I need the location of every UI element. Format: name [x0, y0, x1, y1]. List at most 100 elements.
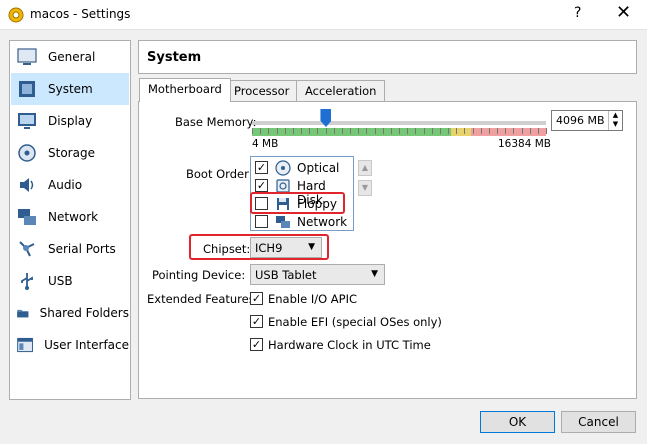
memory-spin-arrows[interactable]: ▲ ▼: [608, 111, 622, 130]
io-apic-checkbox[interactable]: ✓: [250, 292, 263, 305]
ok-button[interactable]: OK: [480, 411, 555, 433]
sidebar-item-serial-ports[interactable]: Serial Ports: [11, 233, 129, 265]
memory-ticks: [252, 128, 547, 136]
sidebar-item-network[interactable]: Network: [11, 201, 129, 233]
sidebar-item-display[interactable]: Display: [11, 105, 129, 137]
sidebar-item-storage[interactable]: Storage: [11, 137, 129, 169]
chipset-highlight: [189, 234, 329, 260]
move-up-button[interactable]: ▲: [358, 160, 372, 176]
memory-tick: [521, 128, 523, 134]
memory-tick: [309, 128, 311, 134]
memory-tick: [292, 128, 294, 134]
efi-checkbox[interactable]: ✓: [250, 315, 263, 328]
sidebar-item-label: Display: [48, 114, 93, 128]
sidebar-item-label: Shared Folders: [39, 306, 129, 320]
help-button[interactable]: ?: [574, 5, 581, 21]
memory-tick: [382, 128, 384, 134]
storage-icon: [18, 144, 36, 162]
sidebar-item-label: Audio: [48, 178, 83, 192]
memory-tick: [488, 128, 490, 134]
memory-tick: [301, 128, 302, 134]
feature-label: Enable EFI (special OSes only): [268, 315, 442, 329]
memory-tick: [390, 128, 392, 134]
utc-clock-checkbox[interactable]: ✓: [250, 338, 263, 351]
page-header: System: [138, 40, 637, 74]
memory-tick: [268, 128, 270, 134]
memory-tick: [480, 128, 482, 134]
tab-motherboard[interactable]: Motherboard: [139, 78, 231, 102]
sidebar-item-label: USB: [48, 274, 73, 288]
memory-tick: [464, 128, 466, 134]
boot-order-label: Boot Order:: [186, 167, 253, 181]
sidebar-item-label: Storage: [48, 146, 95, 160]
boot-checkbox-optical[interactable]: ✓: [255, 161, 268, 174]
feature-label: Hardware Clock in UTC Time: [268, 338, 431, 352]
memory-tick: [505, 128, 507, 134]
sidebar-item-audio[interactable]: Audio: [11, 169, 129, 201]
move-down-button[interactable]: ▼: [358, 180, 372, 196]
general-icon: [17, 48, 37, 65]
sidebar-item-shared-folders[interactable]: Shared Folders: [11, 297, 129, 329]
memory-tick: [341, 128, 343, 134]
sidebar-item-general[interactable]: General: [11, 41, 129, 73]
memory-tick: [399, 128, 400, 134]
boot-checkbox-hard-disk[interactable]: ✓: [255, 179, 268, 192]
settings-sidebar: General System Display Storage Audio Net…: [9, 40, 131, 400]
boot-item-label: Network: [297, 215, 348, 229]
serial-ports-icon: [19, 241, 35, 257]
usb-icon: [21, 273, 33, 290]
memory-slider-track[interactable]: [252, 121, 546, 125]
pointing-device-select[interactable]: USB Tablet ▼: [250, 264, 385, 285]
extended-features-label: Extended Features:: [147, 292, 259, 306]
spin-down-icon[interactable]: ▼: [609, 120, 622, 129]
memory-tick: [284, 128, 286, 134]
memory-tick: [448, 128, 449, 134]
boot-checkbox-network[interactable]: [255, 215, 268, 228]
spin-up-icon[interactable]: ▲: [609, 111, 622, 120]
memory-tick: [431, 128, 433, 134]
memory-tick: [252, 128, 253, 134]
title-bar: macos - Settings ? ✕: [0, 0, 647, 30]
memory-tick: [407, 128, 409, 134]
system-icon: [19, 81, 35, 97]
memory-tick: [366, 128, 368, 134]
display-icon: [18, 113, 36, 129]
close-button[interactable]: ✕: [616, 2, 631, 23]
pointing-device-value: USB Tablet: [255, 268, 317, 282]
memory-tick: [472, 128, 474, 134]
memory-tick: [439, 128, 441, 134]
memory-tick: [415, 128, 417, 134]
memory-tick: [325, 128, 327, 134]
sidebar-item-user-interface[interactable]: User Interface: [11, 329, 129, 361]
sidebar-item-system[interactable]: System: [11, 73, 129, 105]
gear-icon: [8, 7, 24, 23]
sidebar-item-label: Network: [48, 210, 99, 224]
memory-tick: [546, 128, 547, 134]
network-icon: [18, 209, 36, 225]
base-memory-label: Base Memory:: [175, 115, 257, 129]
tab-processor[interactable]: Processor: [225, 80, 299, 101]
cancel-button[interactable]: Cancel: [561, 411, 636, 433]
sidebar-item-usb[interactable]: USB: [11, 265, 129, 297]
boot-item-optical[interactable]: ✓ Optical: [253, 159, 353, 177]
window-title: macos - Settings: [30, 7, 131, 21]
tab-acceleration[interactable]: Acceleration: [296, 80, 386, 101]
boot-item-network[interactable]: Network: [253, 213, 353, 231]
floppy-highlight: [250, 192, 345, 214]
memory-min-label: 4 MB: [252, 138, 279, 150]
memory-tick: [497, 128, 498, 134]
pointing-device-label: Pointing Device:: [152, 268, 246, 282]
boot-item-label: Optical: [297, 161, 340, 175]
page-title: System: [147, 50, 202, 65]
memory-tick: [276, 128, 278, 134]
memory-tick: [374, 128, 376, 134]
memory-max-label: 16384 MB: [498, 138, 552, 150]
memory-tick: [350, 128, 351, 134]
sidebar-item-label: System: [48, 82, 93, 96]
memory-tick: [456, 128, 458, 134]
memory-tick: [529, 128, 531, 134]
optical-disc-icon: [275, 160, 291, 176]
memory-tick: [513, 128, 515, 134]
memory-spinbox[interactable]: 4096 MB ▲ ▼: [551, 110, 623, 131]
audio-icon: [20, 178, 34, 192]
